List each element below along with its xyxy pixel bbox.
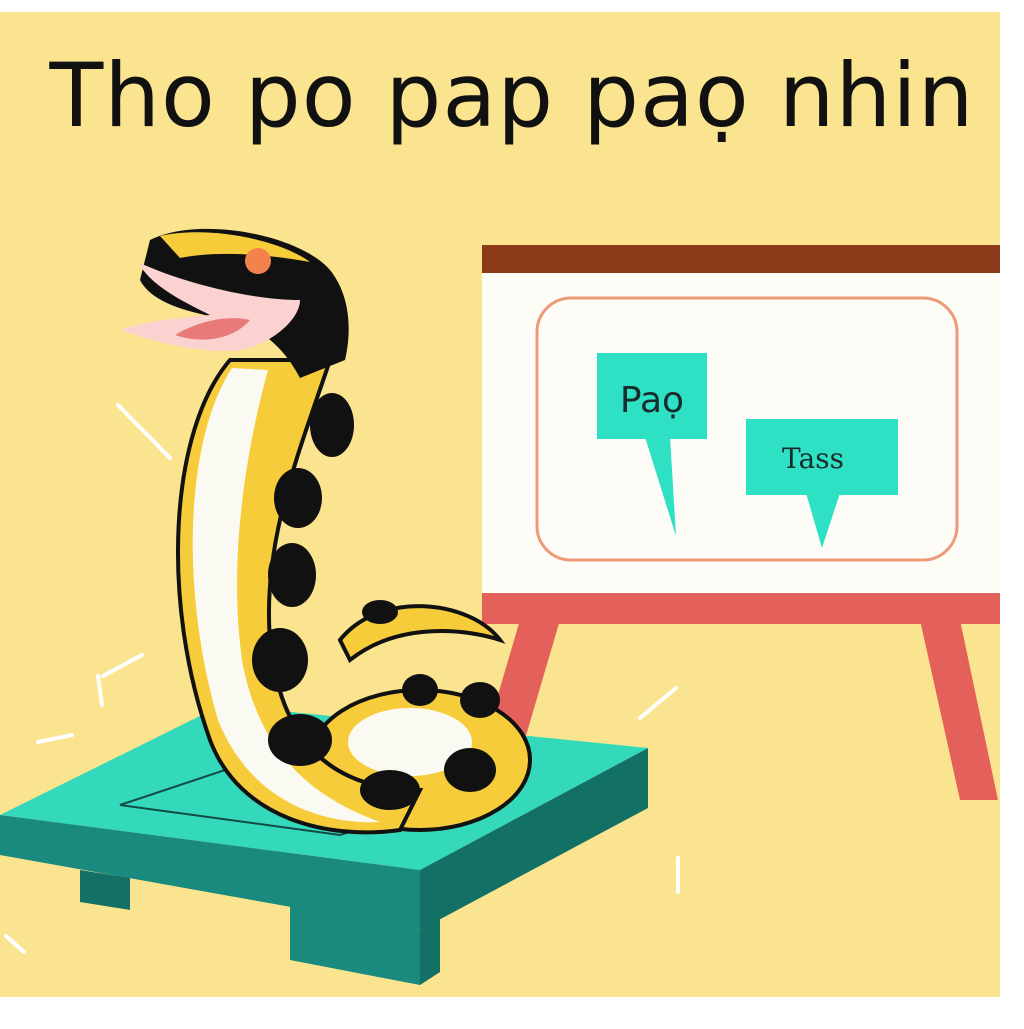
snake-spot — [362, 600, 398, 624]
board-panel — [482, 273, 1000, 593]
snake-spot — [274, 468, 322, 528]
headline: Tho po pap paọ nhin — [49, 44, 975, 147]
snake-eye — [245, 248, 271, 274]
snake-spot — [252, 628, 308, 692]
snake-spot — [268, 714, 332, 766]
illustration-svg: Paọ Tass — [0, 0, 1024, 1024]
snake-spot — [310, 393, 354, 457]
illustration-canvas: Paọ Tass Tho po pap paọ nhin — [0, 0, 1024, 1024]
snake-spot — [268, 543, 316, 607]
snake-spot — [360, 770, 420, 810]
snake-spot — [402, 674, 438, 706]
speech-bubble-right-label: Tass — [782, 442, 844, 475]
easel-tray — [482, 592, 1000, 624]
snake-spot — [460, 682, 500, 718]
board-top-bar — [482, 245, 1000, 273]
snake-spot — [444, 748, 496, 792]
speech-bubble-left-label: Paọ — [620, 380, 684, 421]
